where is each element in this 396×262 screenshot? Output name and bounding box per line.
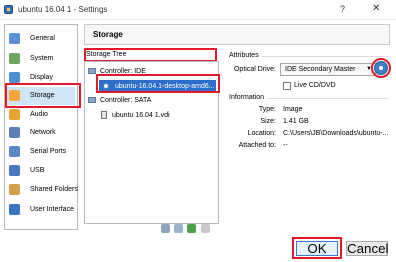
window-title: ubuntu 16.04 1 - Settings <box>18 5 108 14</box>
remove-attachment-icon[interactable] <box>201 224 210 233</box>
sidebar-item-user-interface[interactable]: User Interface <box>7 201 75 219</box>
network-icon <box>9 127 20 138</box>
sidebar-item-label: System <box>30 55 54 62</box>
information-divider <box>267 98 388 99</box>
sidebar-item-label: Serial Ports <box>30 148 67 155</box>
sidebar-item-system[interactable]: System <box>7 50 75 68</box>
disc-button-highlight-frame <box>371 58 391 78</box>
usb-icon <box>9 165 20 176</box>
controller-icon <box>88 68 96 75</box>
sidebar-item-label: Display <box>30 74 53 81</box>
add-attachment-icon[interactable] <box>187 224 196 233</box>
live-cd-checkbox[interactable] <box>283 82 291 90</box>
serial-ports-icon <box>9 146 20 157</box>
sidebar-item-serial-ports[interactable]: Serial Ports <box>7 143 75 161</box>
help-button[interactable]: ? <box>340 4 345 14</box>
system-icon <box>9 53 20 64</box>
disc-highlight-frame <box>96 74 220 93</box>
sidebar-item-label: User Interface <box>30 206 74 213</box>
sidebar-item-audio[interactable]: Audio <box>7 106 75 124</box>
general-icon <box>9 33 20 44</box>
audio-icon <box>9 109 20 120</box>
controller-label: Controller: SATA <box>99 97 152 104</box>
page-header: Storage <box>84 24 390 45</box>
close-button[interactable]: ✕ <box>372 3 380 14</box>
controller-sata[interactable]: Controller: SATA <box>88 97 151 104</box>
shared-folders-icon <box>9 184 20 195</box>
add-controller-icon[interactable] <box>161 224 170 233</box>
optical-drive-label: Optical Drive: <box>233 66 276 73</box>
attributes-label: Attributes <box>229 52 259 59</box>
virtualbox-app-icon <box>4 5 13 14</box>
optical-drive-value: IDE Secondary Master <box>285 66 356 73</box>
cancel-button[interactable]: Cancel <box>346 241 389 256</box>
hard-disk-item[interactable]: ubuntu 16.04 1.vdi <box>101 111 170 119</box>
title-bar: ubuntu 16.04 1 - Settings ? ✕ <box>0 0 396 20</box>
user-interface-icon <box>9 204 20 215</box>
sidebar-item-label: General <box>30 35 55 42</box>
info-location-label: Location: <box>247 130 276 137</box>
page-title: Storage <box>93 30 123 39</box>
sidebar-item-usb[interactable]: USB <box>7 162 75 180</box>
storage-tree-highlight-frame <box>84 48 217 62</box>
info-attached-label: Attached to: <box>238 142 276 149</box>
optical-drive-select[interactable]: IDE Secondary Master ▼ <box>280 63 376 76</box>
info-attached-value: -- <box>283 142 288 149</box>
sidebar-item-shared-folders[interactable]: Shared Folders <box>7 181 78 199</box>
sidebar-item-label: Shared Folders <box>30 186 78 193</box>
info-size-label: Size: <box>260 118 276 125</box>
remove-controller-icon[interactable] <box>174 224 183 233</box>
display-icon <box>9 72 20 83</box>
sidebar-item-label: USB <box>30 167 45 174</box>
sidebar-item-label: Network <box>30 129 56 136</box>
attributes-divider <box>262 56 388 57</box>
sidebar-item-network[interactable]: Network <box>7 124 75 142</box>
info-type-label: Type: <box>258 106 276 113</box>
sidebar-item-general[interactable]: General <box>7 30 75 48</box>
disk-item-label: ubuntu 16.04 1.vdi <box>111 111 170 119</box>
controller-icon <box>88 97 96 104</box>
info-size-value: 1.41 GB <box>283 118 309 125</box>
sidebar-item-label: Audio <box>30 111 48 118</box>
ok-highlight-frame <box>292 237 342 259</box>
information-label: Information <box>229 94 265 101</box>
settings-sidebar: General System Display Storage Audio Net… <box>4 24 78 230</box>
live-cd-label: Live CD/DVD <box>294 82 336 89</box>
info-type-value: Image <box>283 106 303 113</box>
storage-highlight-frame <box>5 83 81 108</box>
hard-disk-icon <box>101 111 107 119</box>
info-location-value: C:\Users\JB\Downloads\ubuntu-... <box>283 130 389 137</box>
